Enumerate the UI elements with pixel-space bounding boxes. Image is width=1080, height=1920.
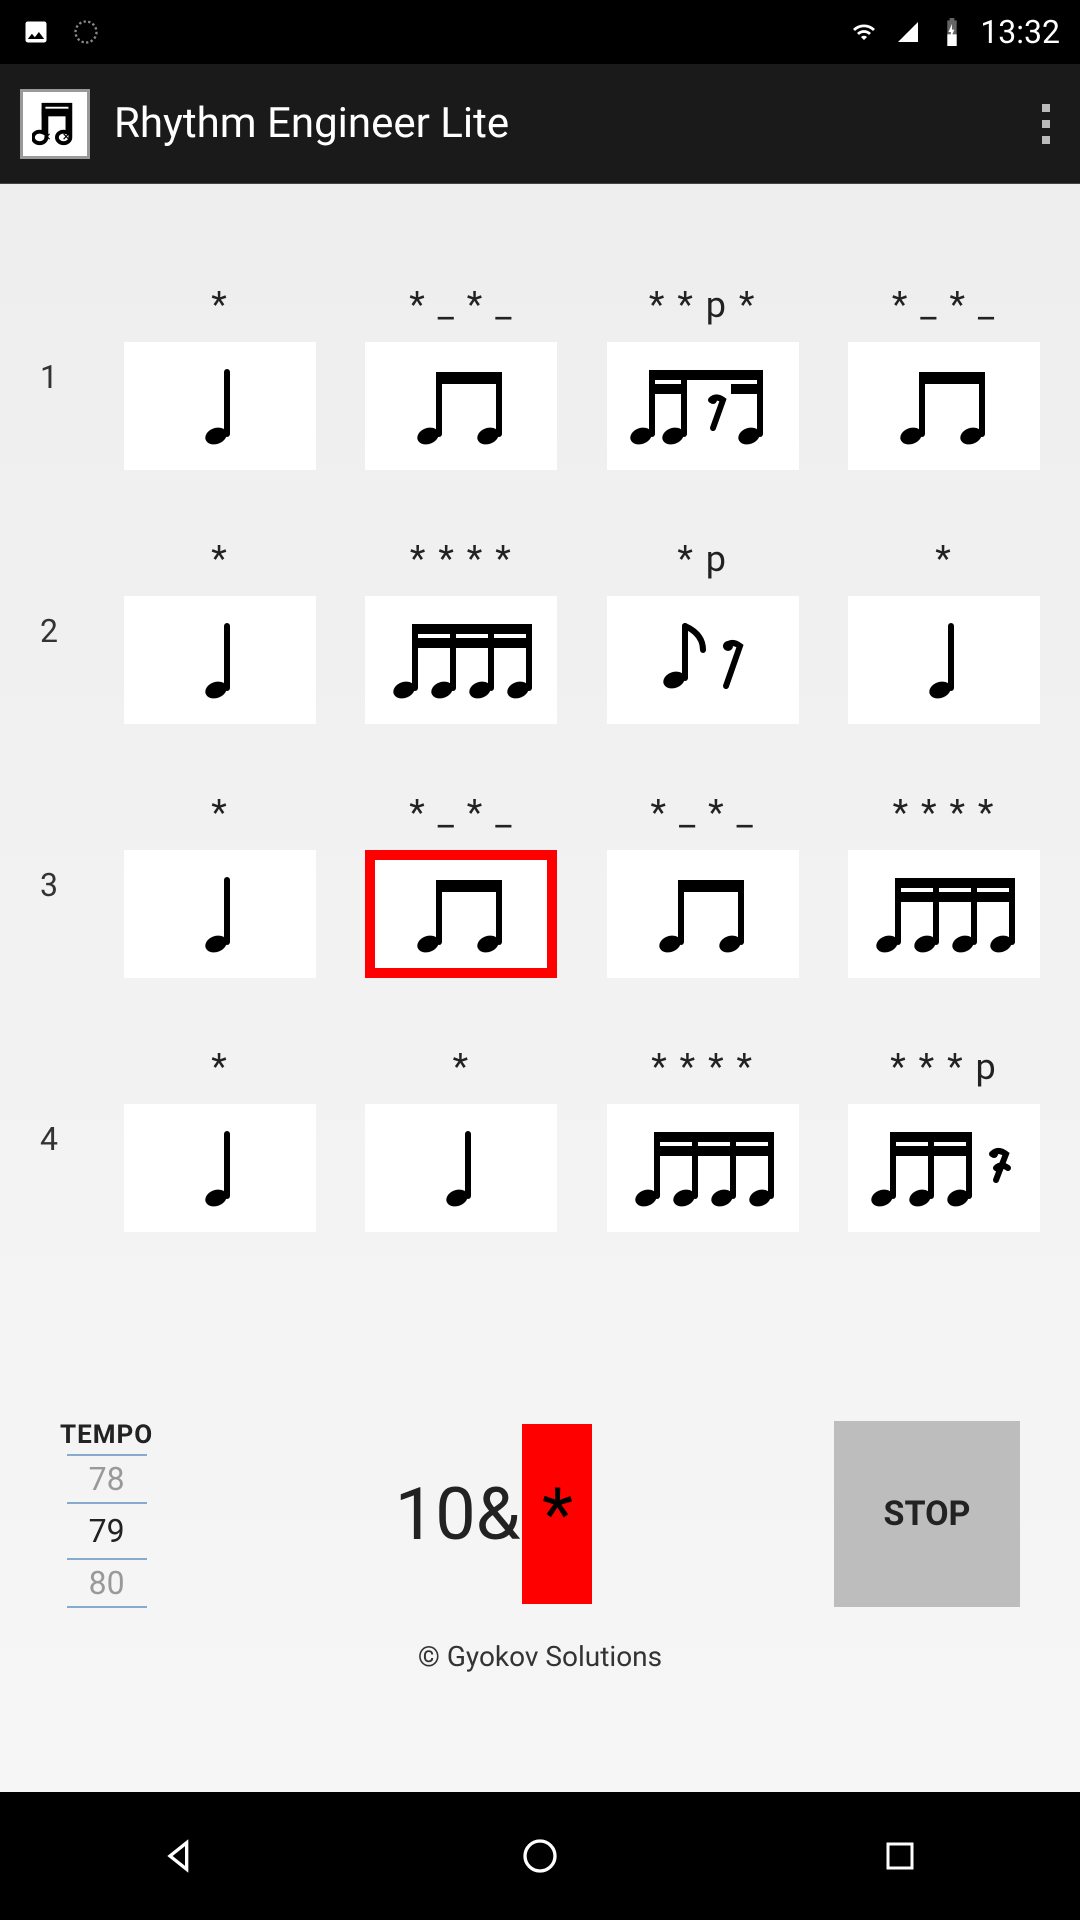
pattern-label: * bbox=[211, 538, 229, 582]
row-number: 3 bbox=[40, 866, 64, 904]
rhythm-cell[interactable]: * * * * bbox=[607, 1046, 799, 1232]
image-icon bbox=[20, 16, 52, 48]
pattern-label: * p bbox=[677, 538, 728, 582]
rhythm-cell[interactable]: * _ * _ bbox=[365, 792, 557, 978]
beat-prefix: 10& bbox=[395, 1472, 521, 1557]
grid-row: 3 * * _ * _ * _ * _ * * * * bbox=[40, 792, 1040, 978]
spinner-icon bbox=[70, 16, 102, 48]
note-box[interactable] bbox=[607, 596, 799, 724]
tempo-label: TEMPO bbox=[60, 1420, 153, 1450]
status-time: 13:32 bbox=[980, 13, 1060, 51]
status-right: 13:32 bbox=[848, 13, 1060, 51]
note-box[interactable] bbox=[607, 342, 799, 470]
pattern-label: * bbox=[211, 792, 229, 836]
status-left bbox=[20, 16, 102, 48]
nav-bar bbox=[0, 1792, 1080, 1920]
rhythm-cell[interactable]: * * * * bbox=[365, 538, 557, 724]
rhythm-cell[interactable]: * bbox=[124, 538, 316, 724]
note-box[interactable] bbox=[365, 1104, 557, 1232]
tempo-current: 79 bbox=[89, 1508, 125, 1554]
status-bar: 13:32 bbox=[0, 0, 1080, 64]
grid-row: 4 * * * * * * * * * p bbox=[40, 1046, 1040, 1232]
stop-label: STOP bbox=[884, 1494, 971, 1534]
rhythm-cell[interactable]: * * * * bbox=[848, 792, 1040, 978]
row-number: 2 bbox=[40, 612, 64, 650]
app-bar: ×× Rhythm Engineer Lite bbox=[0, 64, 1080, 184]
note-box[interactable] bbox=[607, 850, 799, 978]
note-box[interactable] bbox=[848, 342, 1040, 470]
recent-icon[interactable] bbox=[876, 1832, 924, 1880]
app-title: Rhythm Engineer Lite bbox=[114, 99, 509, 148]
back-icon[interactable] bbox=[156, 1832, 204, 1880]
rhythm-cell[interactable]: * bbox=[365, 1046, 557, 1232]
pattern-label: * bbox=[935, 538, 953, 582]
rhythm-cell[interactable]: * bbox=[848, 538, 1040, 724]
pattern-label: * * p * bbox=[649, 284, 757, 328]
copyright: © Gyokov Solutions bbox=[0, 1640, 1080, 1673]
wifi-icon bbox=[848, 16, 880, 48]
note-box[interactable] bbox=[124, 596, 316, 724]
note-box[interactable] bbox=[848, 1104, 1040, 1232]
rhythm-cell[interactable]: * _ * _ bbox=[607, 792, 799, 978]
note-box[interactable] bbox=[365, 596, 557, 724]
grid-row: 2 * * * * * * p * bbox=[40, 538, 1040, 724]
note-box[interactable] bbox=[365, 342, 557, 470]
note-box[interactable] bbox=[124, 1104, 316, 1232]
note-box[interactable] bbox=[848, 596, 1040, 724]
app-icon: ×× bbox=[20, 89, 90, 159]
pattern-label: * bbox=[211, 284, 229, 328]
rhythm-cell[interactable]: * p bbox=[607, 538, 799, 724]
rhythm-cell[interactable]: * bbox=[124, 284, 316, 470]
stop-button[interactable]: STOP bbox=[834, 1421, 1020, 1607]
tempo-prev: 78 bbox=[67, 1454, 147, 1504]
pattern-label: * _ * _ bbox=[651, 792, 755, 836]
more-menu-icon[interactable] bbox=[1032, 94, 1060, 154]
home-icon[interactable] bbox=[516, 1832, 564, 1880]
pattern-label: * _ * _ bbox=[892, 284, 996, 328]
rhythm-cell[interactable]: * _ * _ bbox=[365, 284, 557, 470]
pattern-label: * * * * bbox=[410, 538, 513, 582]
svg-text:×: × bbox=[44, 130, 51, 145]
note-box[interactable] bbox=[365, 850, 557, 978]
row-number: 1 bbox=[40, 358, 64, 396]
pattern-label: * bbox=[453, 1046, 471, 1090]
note-box[interactable] bbox=[607, 1104, 799, 1232]
rhythm-cell[interactable]: * * p * bbox=[607, 284, 799, 470]
controls: TEMPO 78 79 80 10& * STOP bbox=[0, 1420, 1080, 1608]
beat-display: 10& * bbox=[395, 1424, 593, 1604]
rhythm-cell[interactable]: * bbox=[124, 1046, 316, 1232]
pattern-label: * * * * bbox=[893, 792, 996, 836]
rhythm-cell[interactable]: * bbox=[124, 792, 316, 978]
tempo-next: 80 bbox=[67, 1558, 147, 1608]
pattern-label: * * * * bbox=[651, 1046, 754, 1090]
note-box[interactable] bbox=[848, 850, 1040, 978]
pattern-label: * _ * _ bbox=[409, 284, 513, 328]
pattern-label: * bbox=[211, 1046, 229, 1090]
beat-indicator: * bbox=[522, 1424, 592, 1604]
row-number: 4 bbox=[40, 1120, 64, 1158]
rhythm-cell[interactable]: * * * p bbox=[848, 1046, 1040, 1232]
note-box[interactable] bbox=[124, 850, 316, 978]
grid-row: 1 * * _ * _ * * p * * _ * _ bbox=[40, 284, 1040, 470]
tempo-picker[interactable]: TEMPO 78 79 80 bbox=[60, 1420, 153, 1608]
svg-text:×: × bbox=[63, 130, 70, 145]
rhythm-cell[interactable]: * _ * _ bbox=[848, 284, 1040, 470]
cell-signal-icon bbox=[892, 16, 924, 48]
pattern-label: * _ * _ bbox=[409, 792, 513, 836]
pattern-label: * * * p bbox=[890, 1046, 998, 1090]
battery-icon bbox=[936, 16, 968, 48]
note-box[interactable] bbox=[124, 342, 316, 470]
